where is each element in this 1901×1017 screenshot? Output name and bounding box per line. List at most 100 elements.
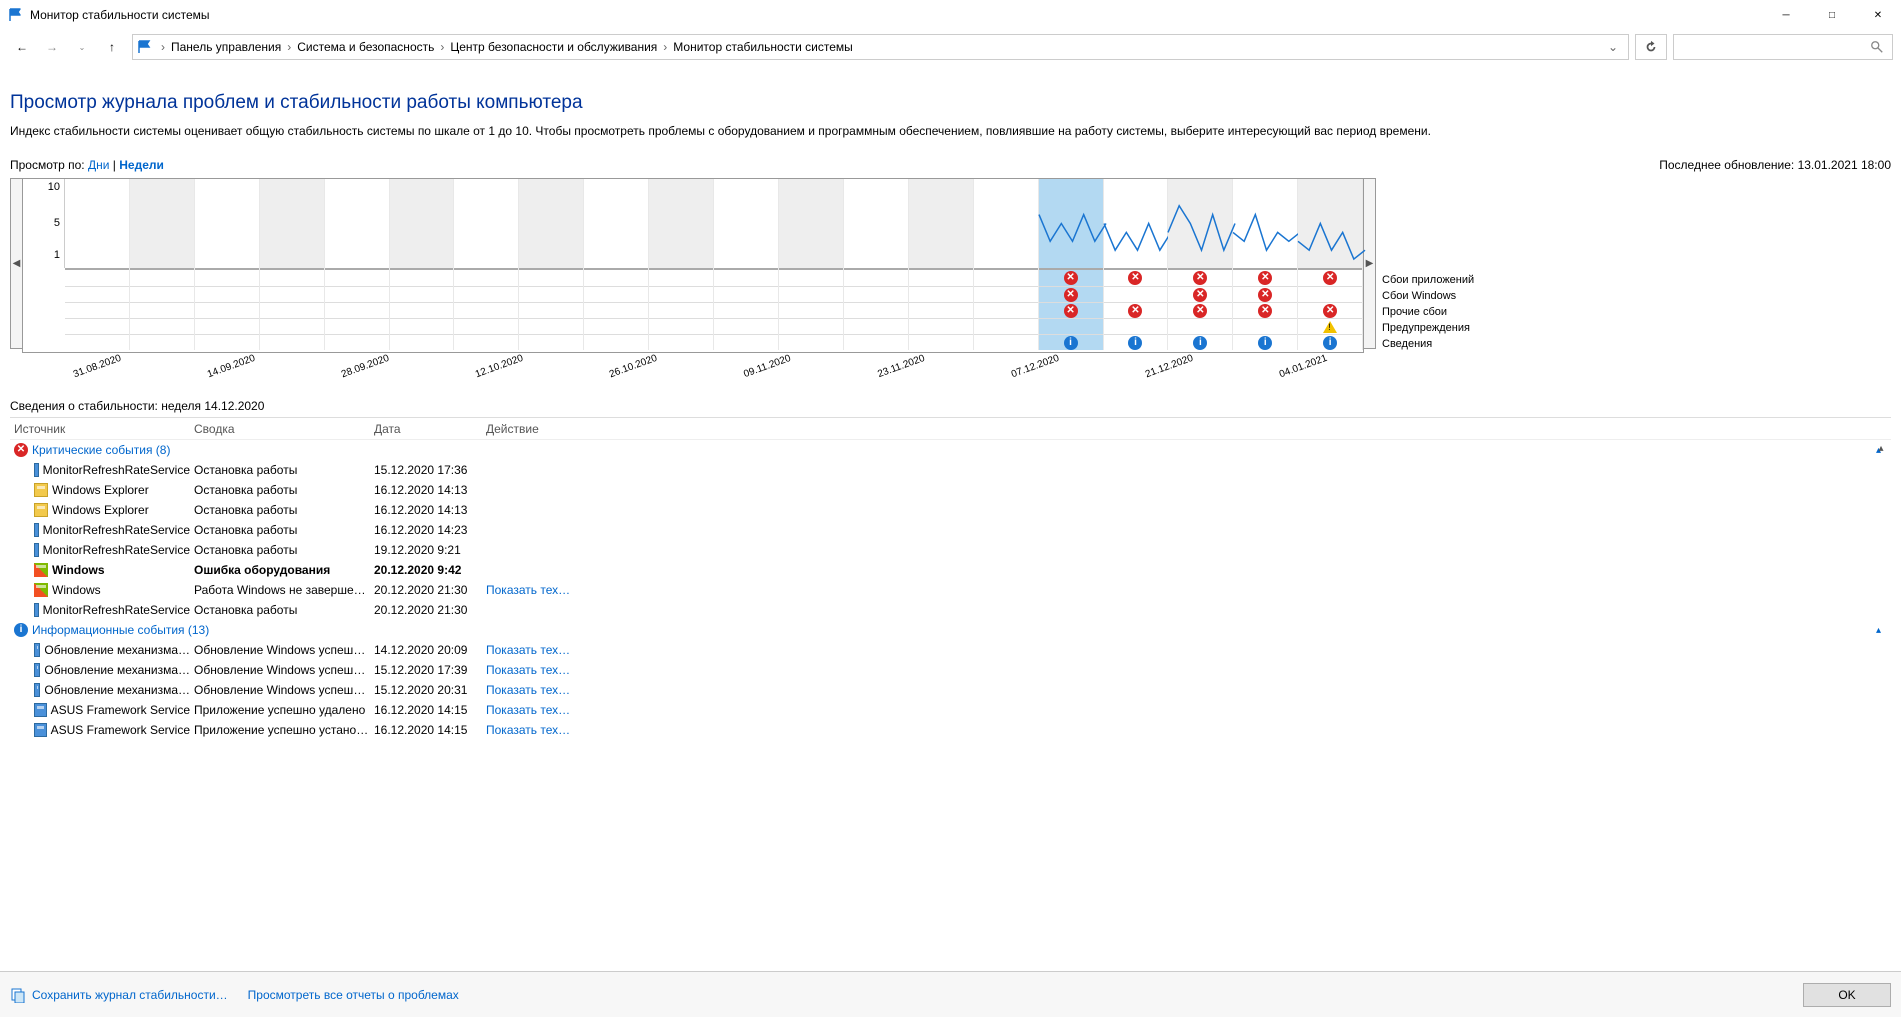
group-header[interactable]: ✕Критические события (8)▴ <box>10 440 1891 460</box>
chart-column[interactable] <box>974 179 1039 350</box>
chevron-icon[interactable]: › <box>436 40 448 54</box>
back-button[interactable]: ← <box>8 33 36 61</box>
action-link[interactable]: Показать тех… <box>486 723 570 737</box>
group-label: Критические события (8) <box>32 443 170 457</box>
table-row[interactable]: Обновление механизма…Обновление Windows … <box>10 640 1891 660</box>
table-row[interactable]: MonitorRefreshRateServiceОстановка работ… <box>10 600 1891 620</box>
table-row[interactable]: Windows ExplorerОстановка работы16.12.20… <box>10 480 1891 500</box>
chart-column[interactable] <box>519 179 584 350</box>
app-icon <box>34 543 39 557</box>
chart-column[interactable] <box>454 179 519 350</box>
flag-icon <box>137 39 153 55</box>
chevron-down-icon[interactable]: ⌄ <box>1602 40 1624 54</box>
refresh-button[interactable] <box>1635 34 1667 60</box>
search-icon <box>1870 40 1884 54</box>
chart-column[interactable] <box>195 179 260 350</box>
minimize-button[interactable]: ─ <box>1763 0 1809 30</box>
table-row[interactable]: WindowsРабота Windows не завершен…20.12.… <box>10 580 1891 600</box>
chart-legend: Сбои приложений Сбои Windows Прочие сбои… <box>1376 178 1480 353</box>
view-by-weeks[interactable]: Недели <box>119 158 164 172</box>
scroll-up-button[interactable]: ▴ <box>1873 440 1889 456</box>
error-icon: ✕ <box>1323 304 1337 318</box>
events-list[interactable]: ▴ ✕Критические события (8)▴MonitorRefres… <box>10 440 1891 740</box>
view-by-label: Просмотр по: <box>10 158 85 172</box>
address-bar[interactable]: › Панель управления › Система и безопасн… <box>132 34 1629 60</box>
details-title: Сведения о стабильности: неделя 14.12.20… <box>10 399 1891 413</box>
chart-column[interactable]: ✕✕i <box>1298 179 1363 350</box>
error-icon: ✕ <box>1258 271 1272 285</box>
chart-column[interactable]: ✕✕✕i <box>1233 179 1298 350</box>
col-date[interactable]: Дата <box>370 422 482 436</box>
col-source[interactable]: Источник <box>10 422 190 436</box>
chart-column[interactable] <box>909 179 974 350</box>
breadcrumb-item[interactable]: Панель управления <box>169 40 283 54</box>
app-icon <box>34 663 40 677</box>
breadcrumb-item[interactable]: Монитор стабильности системы <box>671 40 855 54</box>
action-link[interactable]: Показать тех… <box>486 703 570 717</box>
forward-button[interactable]: → <box>38 33 66 61</box>
chart-column[interactable] <box>649 179 714 350</box>
action-link[interactable]: Показать тех… <box>486 663 570 677</box>
breadcrumb-item[interactable]: Центр безопасности и обслуживания <box>448 40 659 54</box>
error-icon: ✕ <box>1128 304 1142 318</box>
table-row[interactable]: Обновление механизма…Обновление Windows … <box>10 660 1891 680</box>
view-by-days[interactable]: Дни <box>88 158 109 172</box>
table-row[interactable]: MonitorRefreshRateServiceОстановка работ… <box>10 520 1891 540</box>
action-link[interactable]: Показать тех… <box>486 683 570 697</box>
last-update: Последнее обновление: 13.01.2021 18:00 <box>1659 158 1891 172</box>
events-table: Источник Сводка Дата Действие ▴ ✕Критиче… <box>10 417 1891 740</box>
save-history-link[interactable]: Сохранить журнал стабильности… <box>32 988 228 1002</box>
table-header: Источник Сводка Дата Действие <box>10 418 1891 440</box>
chart-column[interactable]: ✕✕✕i <box>1039 179 1104 350</box>
chart-column[interactable] <box>584 179 649 350</box>
table-row[interactable]: MonitorRefreshRateServiceОстановка работ… <box>10 460 1891 480</box>
error-icon: ✕ <box>1323 271 1337 285</box>
action-link[interactable]: Показать тех… <box>486 643 570 657</box>
chart-column[interactable]: ✕✕✕i <box>1168 179 1233 350</box>
error-icon: ✕ <box>1193 271 1207 285</box>
app-icon <box>34 483 48 497</box>
app-icon <box>34 703 47 717</box>
reliability-chart[interactable]: 10 5 1 ✕✕✕i✕✕i✕✕✕i✕✕✕i✕✕i <box>22 178 1364 353</box>
maximize-button[interactable]: □ <box>1809 0 1855 30</box>
title-bar: Монитор стабильности системы ─ □ ✕ <box>0 0 1901 30</box>
close-button[interactable]: ✕ <box>1855 0 1901 30</box>
ok-button[interactable]: OK <box>1803 983 1891 1007</box>
table-row[interactable]: MonitorRefreshRateServiceОстановка работ… <box>10 540 1891 560</box>
chart-column[interactable] <box>844 179 909 350</box>
col-summary[interactable]: Сводка <box>190 422 370 436</box>
collapse-icon[interactable]: ▴ <box>1876 625 1881 636</box>
up-button[interactable]: ↑ <box>98 33 126 61</box>
table-row[interactable]: Windows ExplorerОстановка работы16.12.20… <box>10 500 1891 520</box>
chart-column[interactable] <box>65 179 130 350</box>
chart-column[interactable] <box>779 179 844 350</box>
chart-column[interactable] <box>325 179 390 350</box>
warning-icon <box>1323 321 1337 333</box>
chart-column[interactable]: ✕✕i <box>1104 179 1169 350</box>
table-row[interactable]: ASUS Framework ServiceПриложение успешно… <box>10 720 1891 740</box>
chart-column[interactable] <box>390 179 455 350</box>
chart-column[interactable] <box>714 179 779 350</box>
breadcrumb-item[interactable]: Система и безопасность <box>295 40 436 54</box>
view-all-reports-link[interactable]: Просмотреть все отчеты о проблемах <box>248 988 459 1002</box>
error-icon: ✕ <box>1128 271 1142 285</box>
app-icon <box>34 563 48 577</box>
col-action[interactable]: Действие <box>482 422 602 436</box>
recent-menu[interactable]: ⌄ <box>68 33 96 61</box>
table-row[interactable]: ASUS Framework ServiceПриложение успешно… <box>10 700 1891 720</box>
chart-next-button[interactable]: ▶ <box>1364 178 1376 349</box>
table-row[interactable]: Обновление механизма…Обновление Windows … <box>10 680 1891 700</box>
table-row[interactable]: WindowsОшибка оборудования20.12.2020 9:4… <box>10 560 1891 580</box>
info-icon: i <box>1064 336 1078 350</box>
action-link[interactable]: Показать тех… <box>486 583 570 597</box>
search-input[interactable] <box>1673 34 1893 60</box>
app-icon <box>34 523 39 537</box>
chevron-icon[interactable]: › <box>157 40 169 54</box>
chevron-icon[interactable]: › <box>659 40 671 54</box>
chart-column[interactable] <box>260 179 325 350</box>
chart-prev-button[interactable]: ◀ <box>10 178 22 349</box>
chart-column[interactable] <box>130 179 195 350</box>
group-header[interactable]: iИнформационные события (13)▴ <box>10 620 1891 640</box>
app-icon <box>34 603 39 617</box>
chevron-icon[interactable]: › <box>283 40 295 54</box>
